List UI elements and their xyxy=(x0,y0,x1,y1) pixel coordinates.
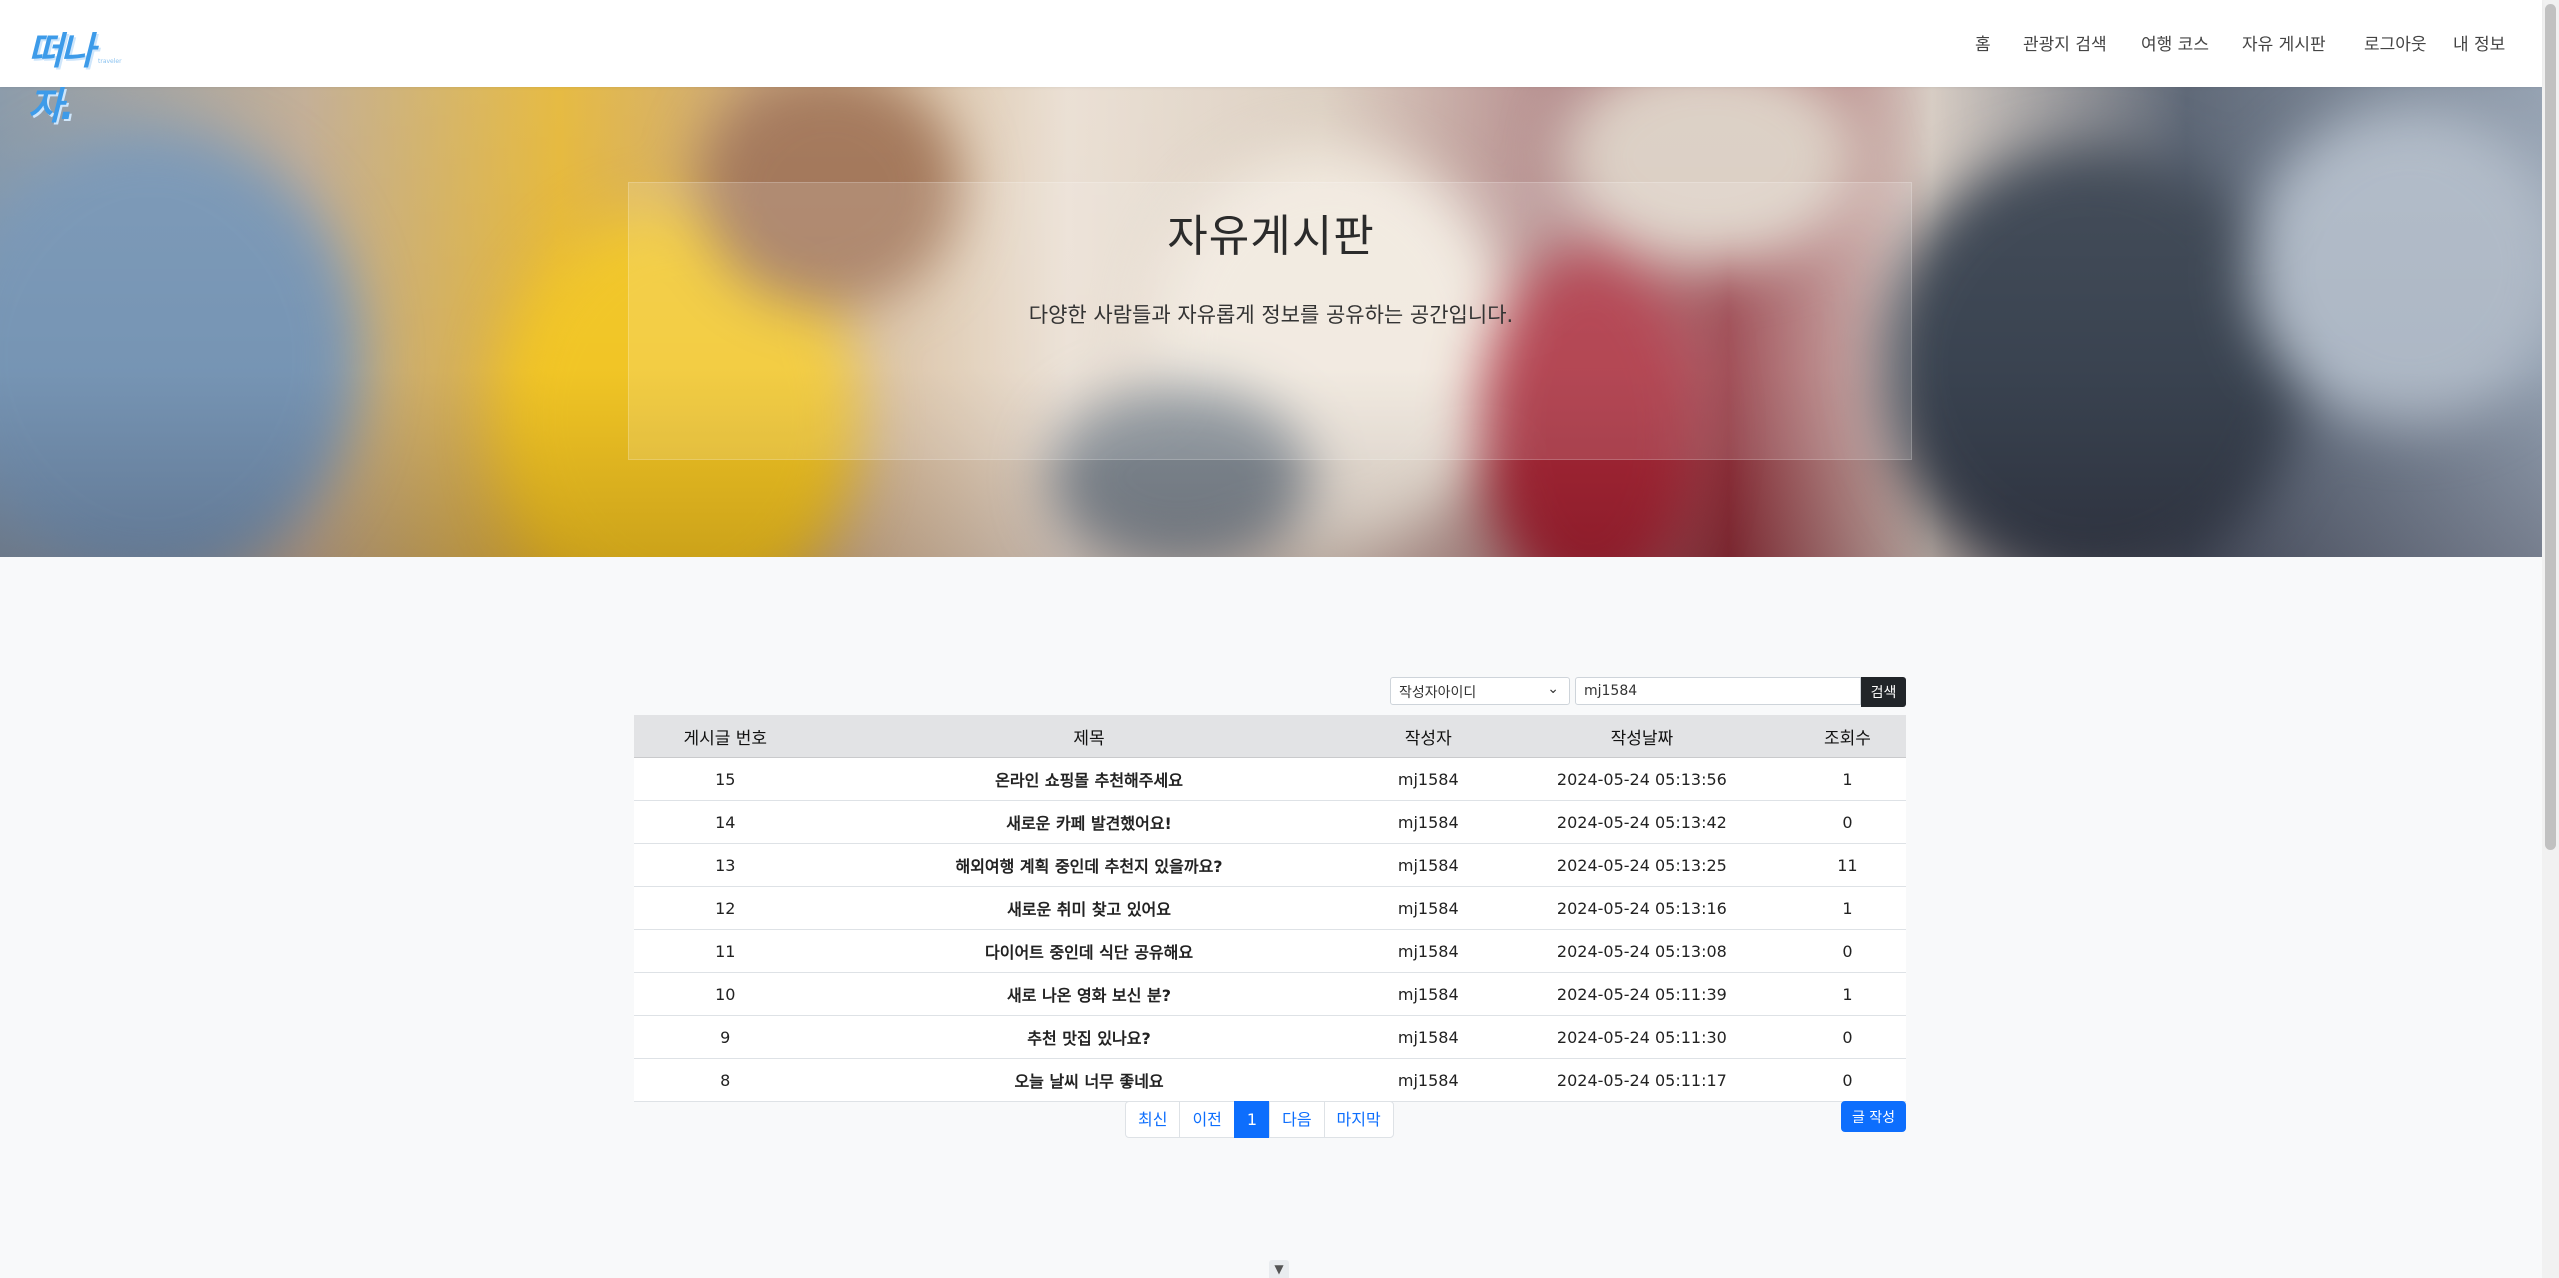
col-header-title: 제목 xyxy=(816,715,1362,758)
nav-travel-course[interactable]: 여행 코스 xyxy=(2141,30,2209,55)
post-views: 11 xyxy=(1788,843,1906,887)
pagination: 최신 이전 1 다음 마지막 xyxy=(1125,1101,1394,1138)
post-views: 0 xyxy=(1788,1058,1906,1102)
site-logo[interactable]: 떠나자. traveler xyxy=(28,18,128,128)
table-row[interactable]: 13 해외여행 계획 중인데 추천지 있을까요? mj1584 2024-05-… xyxy=(634,843,1906,887)
post-views: 1 xyxy=(1788,757,1906,801)
table-row[interactable]: 11 다이어트 중인데 식단 공유해요 mj1584 2024-05-24 05… xyxy=(634,929,1906,973)
post-title-link[interactable]: 다이어트 중인데 식단 공유해요 xyxy=(816,929,1362,973)
post-date: 2024-05-24 05:13:25 xyxy=(1494,843,1789,887)
search-field-value: 작성자아이디 xyxy=(1399,685,1477,701)
post-number: 8 xyxy=(634,1058,817,1102)
post-date: 2024-05-24 05:11:39 xyxy=(1494,972,1789,1016)
table-row[interactable]: 8 오늘 날씨 너무 좋네요 mj1584 2024-05-24 05:11:1… xyxy=(634,1058,1906,1102)
post-author: mj1584 xyxy=(1361,843,1495,887)
post-views: 1 xyxy=(1788,886,1906,930)
chevron-down-icon: ⌄ xyxy=(1547,681,1559,697)
col-header-views: 조회수 xyxy=(1788,715,1906,758)
post-title-link[interactable]: 새로 나온 영화 보신 분? xyxy=(816,972,1362,1016)
page-last-button[interactable]: 마지막 xyxy=(1323,1101,1394,1138)
post-date: 2024-05-24 05:11:30 xyxy=(1494,1015,1789,1059)
page-next-button[interactable]: 다음 xyxy=(1269,1101,1325,1138)
post-number: 12 xyxy=(634,886,817,930)
post-number: 15 xyxy=(634,757,817,801)
page-subtitle: 다양한 사람들과 자유롭게 정보를 공유하는 공간입니다. xyxy=(1028,303,1514,327)
nav-home[interactable]: 홈 xyxy=(1975,30,1991,55)
col-header-number: 게시글 번호 xyxy=(634,715,817,758)
post-author: mj1584 xyxy=(1361,1058,1495,1102)
col-header-author: 작성자 xyxy=(1361,715,1495,758)
scrollbar-thumb[interactable] xyxy=(2545,4,2556,850)
logo-text: 떠나자. xyxy=(28,29,95,128)
nav-free-board[interactable]: 자유 게시판 xyxy=(2242,30,2326,55)
table-row[interactable]: 15 온라인 쇼핑몰 추천해주세요 mj1584 2024-05-24 05:1… xyxy=(634,757,1906,801)
search-button[interactable]: 검색 xyxy=(1861,677,1906,707)
post-author: mj1584 xyxy=(1361,757,1495,801)
post-number: 13 xyxy=(634,843,817,887)
post-title-link[interactable]: 새로운 취미 찾고 있어요 xyxy=(816,886,1362,930)
nav-logout[interactable]: 로그아웃 xyxy=(2364,30,2427,55)
logo-subtext: traveler xyxy=(98,58,122,65)
post-date: 2024-05-24 05:13:08 xyxy=(1494,929,1789,973)
post-author: mj1584 xyxy=(1361,1015,1495,1059)
post-author: mj1584 xyxy=(1361,929,1495,973)
board-table: 게시글 번호 제목 작성자 작성날짜 조회수 15 온라인 쇼핑몰 추천해주세요… xyxy=(634,715,1906,1102)
post-title-link[interactable]: 새로운 카페 발견했어요! xyxy=(816,800,1362,844)
page-prev-button[interactable]: 이전 xyxy=(1179,1101,1235,1138)
table-row[interactable]: 9 추천 맛집 있나요? mj1584 2024-05-24 05:11:30 … xyxy=(634,1015,1906,1059)
post-title-link[interactable]: 온라인 쇼핑몰 추천해주세요 xyxy=(816,757,1362,801)
page-number-1[interactable]: 1 xyxy=(1233,1101,1271,1138)
table-row[interactable]: 10 새로 나온 영화 보신 분? mj1584 2024-05-24 05:1… xyxy=(634,972,1906,1016)
post-views: 0 xyxy=(1788,929,1906,973)
post-date: 2024-05-24 05:13:16 xyxy=(1494,886,1789,930)
table-row[interactable]: 14 새로운 카페 발견했어요! mj1584 2024-05-24 05:13… xyxy=(634,800,1906,844)
post-number: 9 xyxy=(634,1015,817,1059)
scroll-down-icon[interactable]: ▼ xyxy=(1269,1260,1289,1278)
page-first-button[interactable]: 최신 xyxy=(1125,1101,1181,1138)
post-author: mj1584 xyxy=(1361,800,1495,844)
top-navbar: 떠나자. traveler 홈 관광지 검색 여행 코스 자유 게시판 로그아웃… xyxy=(0,0,2542,128)
post-number: 14 xyxy=(634,800,817,844)
post-views: 1 xyxy=(1788,972,1906,1016)
post-author: mj1584 xyxy=(1361,972,1495,1016)
write-post-button[interactable]: 글 작성 xyxy=(1841,1101,1906,1132)
nav-my-info[interactable]: 내 정보 xyxy=(2453,30,2505,55)
search-field-select[interactable]: 작성자아이디 ⌄ xyxy=(1390,677,1570,705)
nav-attraction-search[interactable]: 관광지 검색 xyxy=(2023,30,2107,55)
post-views: 0 xyxy=(1788,800,1906,844)
post-number: 10 xyxy=(634,972,817,1016)
post-views: 0 xyxy=(1788,1015,1906,1059)
post-title-link[interactable]: 추천 맛집 있나요? xyxy=(816,1015,1362,1059)
search-input[interactable] xyxy=(1575,677,1861,705)
post-date: 2024-05-24 05:13:56 xyxy=(1494,757,1789,801)
post-date: 2024-05-24 05:13:42 xyxy=(1494,800,1789,844)
post-title-link[interactable]: 해외여행 계획 중인데 추천지 있을까요? xyxy=(816,843,1362,887)
vertical-scrollbar[interactable] xyxy=(2542,0,2559,1278)
post-title-link[interactable]: 오늘 날씨 너무 좋네요 xyxy=(816,1058,1362,1102)
col-header-date: 작성날짜 xyxy=(1494,715,1789,758)
post-date: 2024-05-24 05:11:17 xyxy=(1494,1058,1789,1102)
page-title: 자유게시판 xyxy=(1167,211,1375,262)
post-author: mj1584 xyxy=(1361,886,1495,930)
table-row[interactable]: 12 새로운 취미 찾고 있어요 mj1584 2024-05-24 05:13… xyxy=(634,886,1906,930)
post-number: 11 xyxy=(634,929,817,973)
table-header-row: 게시글 번호 제목 작성자 작성날짜 조회수 xyxy=(634,715,1906,758)
